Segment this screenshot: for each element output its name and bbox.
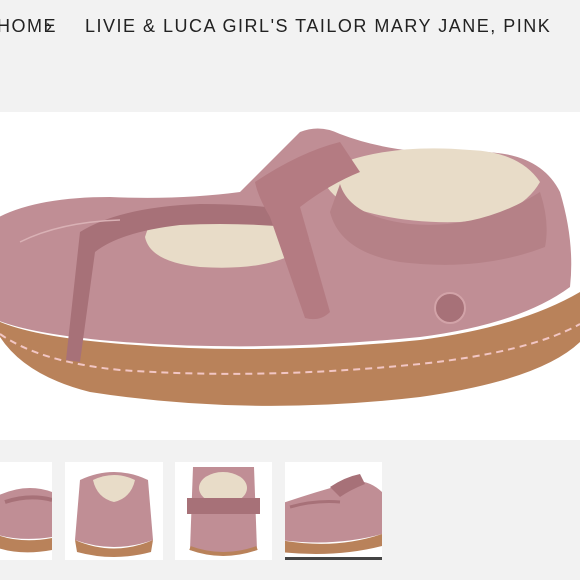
shoe-side-thumbnail-icon [0, 488, 52, 553]
shoe-side-thumbnail-icon [285, 474, 382, 554]
breadcrumb-current-page: LIVIE & LUCA GIRL'S TAILOR MARY JANE, PI… [85, 16, 552, 36]
shoe-back-thumbnail-icon [75, 472, 153, 557]
thumbnail-gallery [0, 440, 580, 580]
thumbnail-3[interactable] [175, 462, 272, 560]
next-image-arrow-icon[interactable] [0, 112, 36, 202]
thumbnail-2[interactable] [65, 462, 163, 560]
shoe-top-thumbnail-icon [187, 467, 260, 556]
thumbnail-4[interactable] [285, 462, 382, 560]
product-main-image[interactable] [0, 112, 580, 440]
mary-jane-shoe-image [0, 128, 580, 440]
breadcrumb: HOME › LIVIE & LUCA GIRL'S TAILOR MARY J… [0, 0, 580, 112]
breadcrumb-separator: › [46, 16, 52, 36]
thumbnail-1[interactable] [0, 462, 52, 560]
